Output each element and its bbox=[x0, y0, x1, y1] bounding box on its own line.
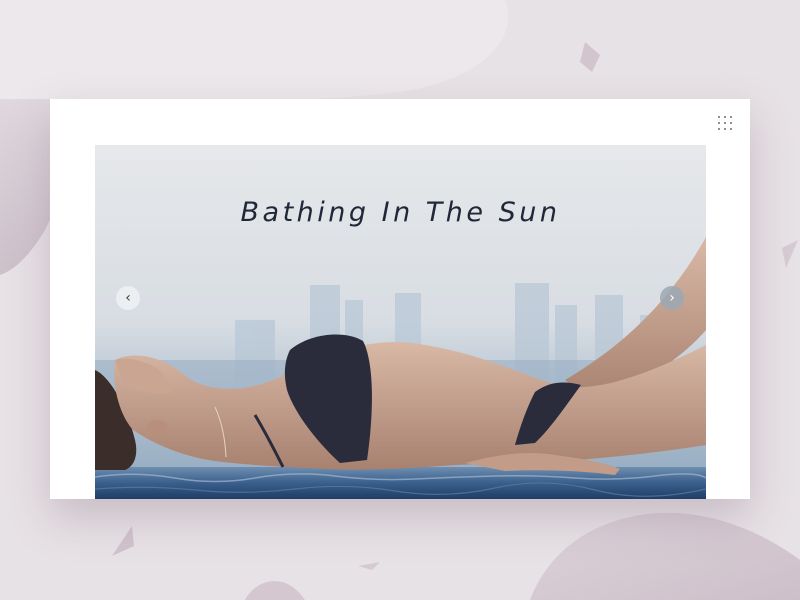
bottom-right-blob bbox=[530, 512, 800, 600]
slider-card: Bathing In The Sun ‹ › bbox=[50, 99, 750, 499]
chevron-left-icon: ‹ bbox=[125, 290, 131, 306]
shard bbox=[358, 562, 380, 570]
hero-title: Bathing In The Sun bbox=[240, 197, 561, 228]
shard bbox=[580, 42, 600, 72]
hero-image: Bathing In The Sun ‹ › bbox=[95, 145, 706, 499]
grid-menu-icon[interactable] bbox=[718, 116, 734, 132]
shard bbox=[112, 526, 134, 556]
bottom-blob bbox=[245, 581, 305, 600]
prev-slide-button[interactable]: ‹ bbox=[116, 286, 140, 310]
shard bbox=[782, 240, 798, 268]
chevron-right-icon: › bbox=[669, 290, 675, 306]
next-slide-button[interactable]: › bbox=[660, 286, 684, 310]
